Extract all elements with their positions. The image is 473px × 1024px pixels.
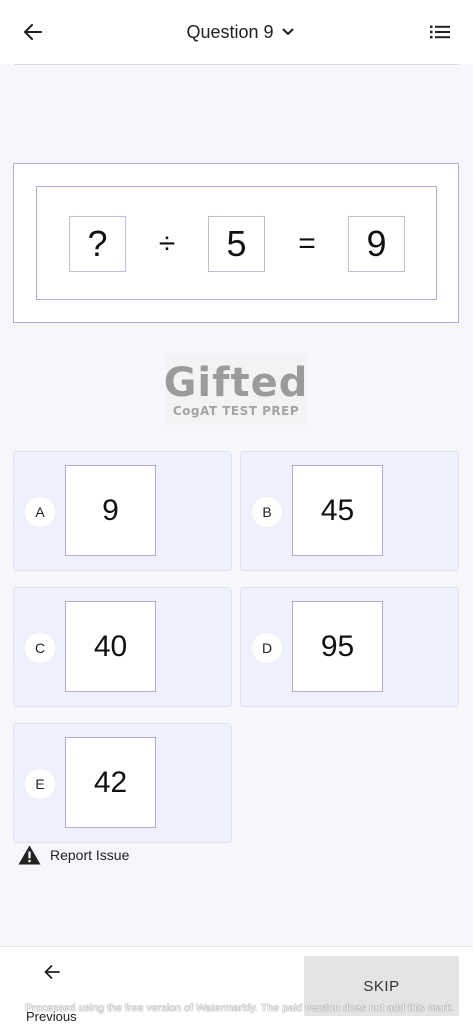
question-list-button[interactable] — [425, 18, 455, 46]
option-value: 40 — [65, 601, 156, 692]
answer-option-c[interactable]: C 40 — [13, 587, 232, 707]
equation-box-unknown: ? — [69, 216, 126, 272]
logo-title: Gifted — [163, 360, 309, 406]
list-icon — [430, 25, 450, 39]
option-letter: E — [25, 769, 55, 799]
header-divider — [14, 64, 459, 65]
answer-option-a[interactable]: A 9 — [13, 451, 232, 571]
top-bar: Question 9 — [0, 0, 473, 64]
equation-operator-divide: ÷ — [158, 227, 176, 260]
option-letter: A — [25, 497, 55, 527]
equation-frame: ? ÷ 5 = 9 — [36, 186, 437, 300]
arrow-left-icon — [44, 965, 60, 979]
question-panel: ? ÷ 5 = 9 — [13, 163, 459, 323]
option-value: 45 — [292, 465, 383, 556]
question-title: Question 9 — [186, 21, 274, 42]
option-letter: D — [252, 633, 282, 663]
option-letter: B — [252, 497, 282, 527]
arrow-left-icon — [24, 24, 42, 40]
answer-option-b[interactable]: B 45 — [240, 451, 459, 571]
option-value: 95 — [292, 601, 383, 692]
option-value: 42 — [65, 737, 156, 828]
logo-subtitle: CogAT TEST PREP — [172, 404, 300, 418]
app-screen: Question 9 ? ÷ 5 = 9 Gifted CogAT TEST P… — [0, 0, 473, 1024]
report-issue-link[interactable]: Report Issue — [18, 844, 129, 866]
gifted-logo: Gifted CogAT TEST PREP — [163, 355, 309, 425]
equation-operator-equals: = — [298, 227, 316, 260]
question-selector[interactable]: Question 9 — [150, 18, 330, 46]
option-value: 9 — [65, 465, 156, 556]
bottom-nav-bar: Previous SKIP Processed using the free v… — [0, 946, 473, 1024]
report-issue-label: Report Issue — [50, 847, 130, 863]
option-letter: C — [25, 633, 55, 663]
answer-option-e[interactable]: E 42 — [13, 723, 232, 843]
equation-box-result: 9 — [348, 216, 405, 272]
chevron-down-icon — [282, 28, 294, 35]
answer-option-d[interactable]: D 95 — [240, 587, 459, 707]
back-button[interactable] — [18, 18, 48, 46]
warning-triangle-icon — [18, 845, 41, 865]
equation-box-divisor: 5 — [208, 216, 265, 272]
watermark-text: Processed using the free version of Wate… — [25, 1002, 455, 1014]
